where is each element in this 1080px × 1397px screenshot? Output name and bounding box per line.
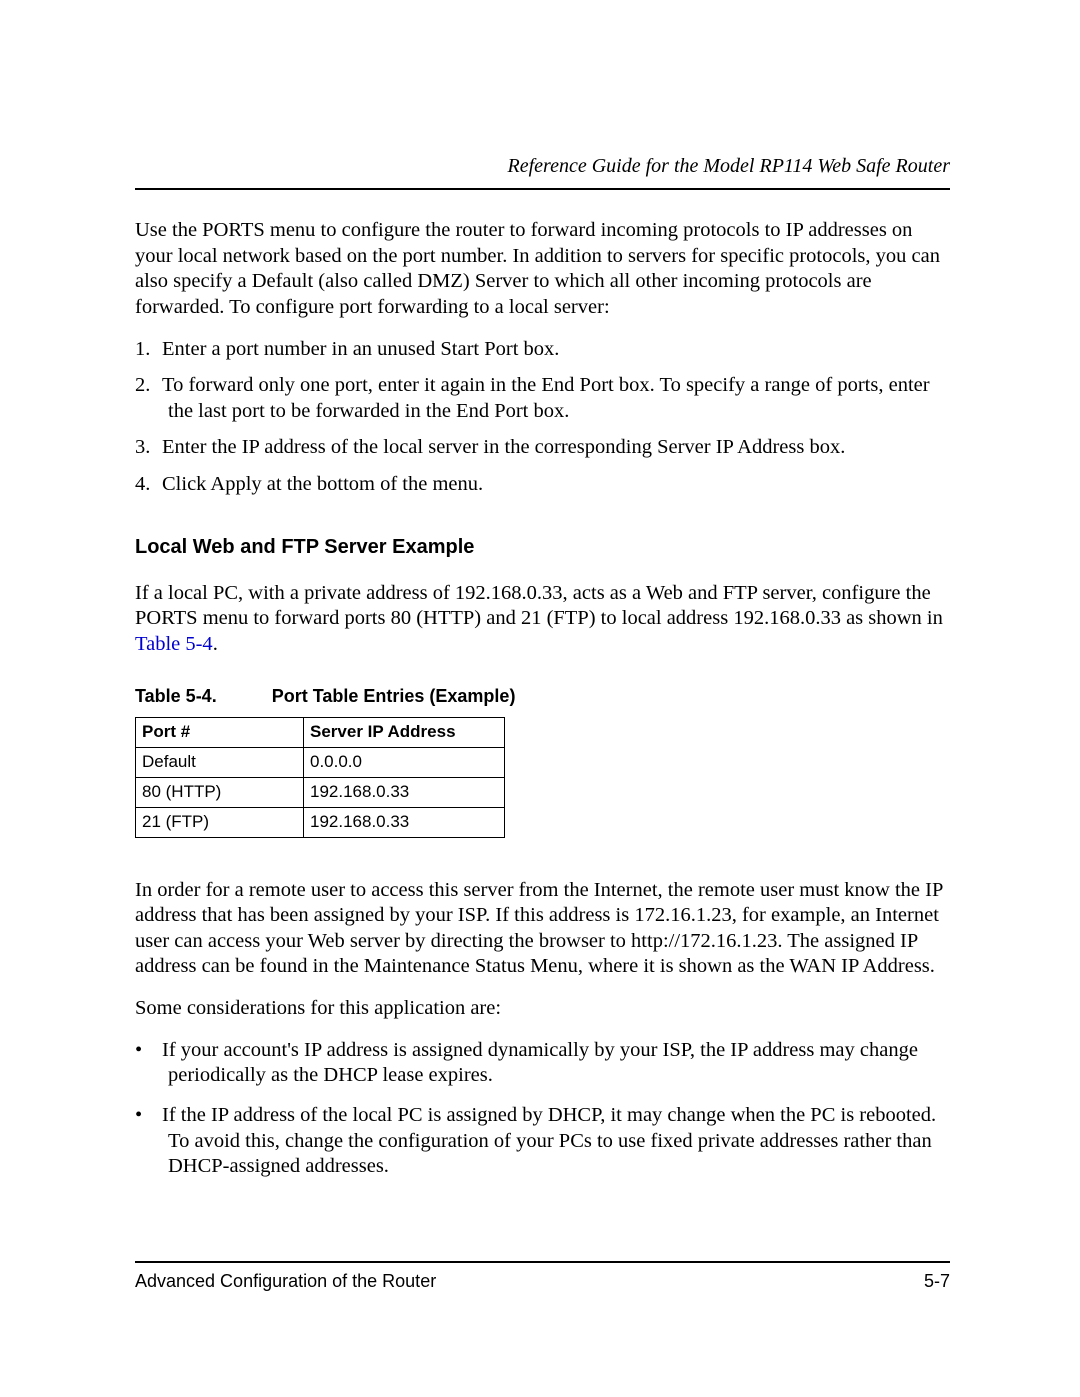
intro-paragraph: Use the PORTS menu to configure the rout… bbox=[135, 218, 950, 321]
bullet-text: If the IP address of the local PC is ass… bbox=[162, 1104, 936, 1177]
list-item: •If your account's IP address is assigne… bbox=[135, 1038, 950, 1089]
list-item: •If the IP address of the local PC is as… bbox=[135, 1103, 950, 1180]
steps-list: 1.Enter a port number in an unused Start… bbox=[135, 337, 950, 498]
table-cell: Default bbox=[136, 747, 304, 777]
table-header-cell: Server IP Address bbox=[304, 717, 505, 747]
table-caption-label: Table 5-4. bbox=[135, 686, 217, 706]
footer-right: 5-7 bbox=[924, 1271, 950, 1292]
table-row: 21 (FTP) 192.168.0.33 bbox=[136, 807, 505, 837]
footer-rule bbox=[135, 1261, 950, 1263]
port-table: Port # Server IP Address Default 0.0.0.0… bbox=[135, 717, 505, 838]
list-item: 2.To forward only one port, enter it aga… bbox=[135, 373, 950, 424]
table-row: 80 (HTTP) 192.168.0.33 bbox=[136, 777, 505, 807]
table-cell: 192.168.0.33 bbox=[304, 807, 505, 837]
footer-left: Advanced Configuration of the Router bbox=[135, 1271, 436, 1292]
step-text: Enter the IP address of the local server… bbox=[162, 436, 845, 458]
table-cell: 80 (HTTP) bbox=[136, 777, 304, 807]
list-item: 3.Enter the IP address of the local serv… bbox=[135, 435, 950, 461]
step-text: To forward only one port, enter it again… bbox=[162, 374, 930, 422]
table-row: Default 0.0.0.0 bbox=[136, 747, 505, 777]
list-item: 4.Click Apply at the bottom of the menu. bbox=[135, 472, 950, 498]
example-para-suffix: . bbox=[213, 633, 218, 655]
section-heading: Local Web and FTP Server Example bbox=[135, 536, 950, 559]
considerations-list: •If your account's IP address is assigne… bbox=[135, 1038, 950, 1180]
table-reference-link[interactable]: Table 5-4 bbox=[135, 633, 213, 655]
running-header: Reference Guide for the Model RP114 Web … bbox=[135, 155, 950, 178]
table-caption-title: Port Table Entries (Example) bbox=[272, 686, 516, 706]
example-paragraph: If a local PC, with a private address of… bbox=[135, 581, 950, 658]
after-table-paragraph: In order for a remote user to access thi… bbox=[135, 878, 950, 981]
header-rule bbox=[135, 188, 950, 190]
document-page: Reference Guide for the Model RP114 Web … bbox=[0, 0, 1080, 1397]
table-header-cell: Port # bbox=[136, 717, 304, 747]
step-text: Click Apply at the bottom of the menu. bbox=[162, 473, 483, 495]
considerations-intro: Some considerations for this application… bbox=[135, 996, 950, 1022]
step-text: Enter a port number in an unused Start P… bbox=[162, 338, 559, 360]
table-cell: 21 (FTP) bbox=[136, 807, 304, 837]
table-cell: 192.168.0.33 bbox=[304, 777, 505, 807]
example-para-text: If a local PC, with a private address of… bbox=[135, 582, 943, 630]
table-caption: Table 5-4. Port Table Entries (Example) bbox=[135, 686, 950, 707]
list-item: 1.Enter a port number in an unused Start… bbox=[135, 337, 950, 363]
bullet-text: If your account's IP address is assigned… bbox=[162, 1039, 918, 1087]
table-cell: 0.0.0.0 bbox=[304, 747, 505, 777]
page-footer: Advanced Configuration of the Router 5-7 bbox=[135, 1261, 950, 1292]
table-header-row: Port # Server IP Address bbox=[136, 717, 505, 747]
